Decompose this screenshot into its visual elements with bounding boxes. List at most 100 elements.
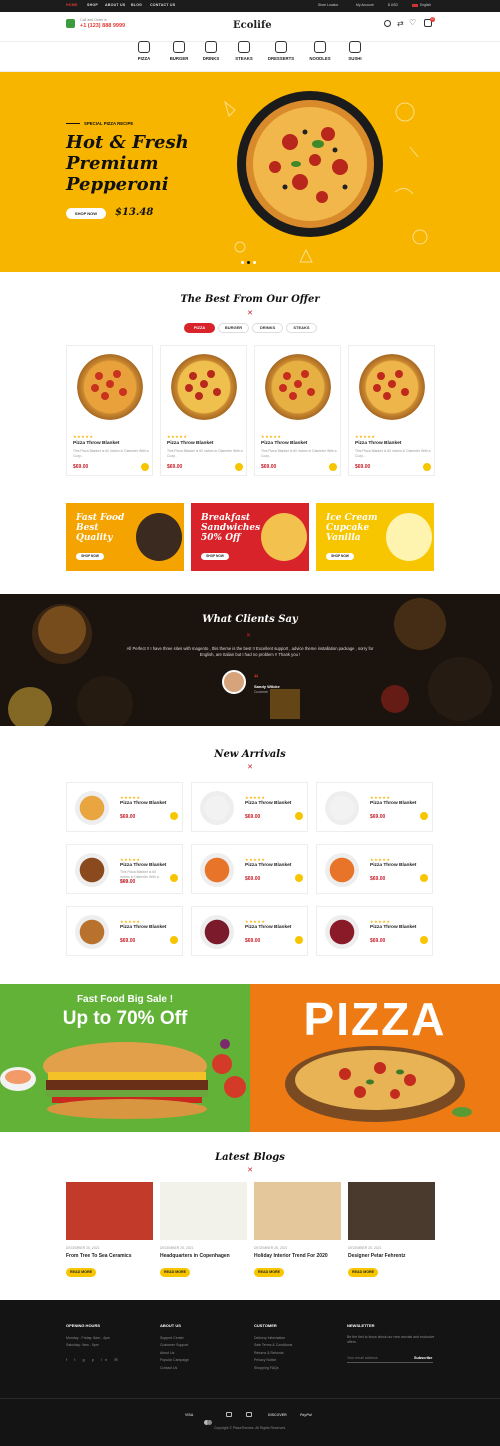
read-more-button[interactable]: READ MORE <box>66 1268 96 1277</box>
subscribe-button[interactable]: Subscribe <box>414 1356 432 1360</box>
category-noodles[interactable]: NOODLES <box>305 41 335 61</box>
product-name[interactable]: Pizza Throw Blanket <box>245 801 291 806</box>
promo-banner[interactable]: Breakfast Sandwiches 50% Off SHOP NOW <box>191 503 309 571</box>
search-icon[interactable] <box>384 20 391 27</box>
add-to-cart-icon[interactable] <box>420 936 428 944</box>
add-to-cart-icon[interactable] <box>170 874 178 882</box>
add-to-cart-icon[interactable] <box>420 812 428 820</box>
product-image[interactable] <box>75 853 109 887</box>
read-more-button[interactable]: READ MORE <box>254 1268 284 1277</box>
product-image[interactable] <box>200 791 234 825</box>
footer-link[interactable]: Privacy Notice <box>254 1357 276 1364</box>
arrival-card[interactable]: ★★★★★ Pizza Throw Blanket This Pizza Blank… <box>66 844 183 894</box>
product-image[interactable] <box>325 915 359 949</box>
slider-dot[interactable] <box>241 261 244 264</box>
footer-link[interactable]: Contact Us <box>160 1365 177 1372</box>
store-locator-link[interactable]: Store Locator <box>318 3 338 7</box>
product-image[interactable] <box>200 915 234 949</box>
tab-pizza[interactable]: PIZZA <box>184 323 215 333</box>
add-to-cart-icon[interactable] <box>170 936 178 944</box>
tab-drinks[interactable]: DRINKS <box>252 323 283 333</box>
product-image[interactable] <box>325 853 359 887</box>
arrival-card[interactable]: ★★★★★ Pizza Throw Blanket $69.00 <box>191 844 308 894</box>
product-name[interactable]: Pizza Throw Blanket <box>245 863 291 868</box>
promo-banner[interactable]: Fast Food Best Quality SHOP NOW <box>66 503 184 571</box>
footer-link[interactable]: About Us <box>160 1350 174 1357</box>
hero-slider[interactable]: SPECIAL PIZZA RECIPE Hot & Fresh Premium… <box>0 72 500 272</box>
add-to-cart-icon[interactable] <box>420 874 428 882</box>
nav-blog[interactable]: BLOG <box>131 3 142 7</box>
add-to-cart-icon[interactable] <box>141 463 149 471</box>
category-sushi[interactable]: SUSHI <box>340 41 370 61</box>
product-card[interactable]: ★★★★★ Pizza Throw Blanket This Pizza Blank… <box>66 345 153 476</box>
product-name[interactable]: Pizza Throw Blanket <box>73 441 119 446</box>
nav-contact[interactable]: CONTACT US <box>150 3 175 7</box>
blog-card[interactable]: DECEMBER 25, 2021 From Tree To Sea Cerami… <box>66 1182 153 1277</box>
read-more-button[interactable]: READ MORE <box>348 1268 378 1277</box>
add-to-cart-icon[interactable] <box>295 812 303 820</box>
slider-dot[interactable] <box>253 261 256 264</box>
product-image[interactable] <box>75 915 109 949</box>
add-to-cart-icon[interactable] <box>235 463 243 471</box>
blog-title[interactable]: From Tree To Sea Ceramics <box>66 1253 153 1259</box>
product-name[interactable]: Pizza Throw Blanket <box>370 801 416 806</box>
product-card[interactable]: ★★★★★ Pizza Throw Blanket This Pizza Blank… <box>348 345 435 476</box>
blog-image[interactable] <box>160 1182 247 1240</box>
blog-image[interactable] <box>66 1182 153 1240</box>
arrival-card[interactable]: ★★★★★ Pizza Throw Blanket $69.00 <box>316 906 433 956</box>
arrival-card[interactable]: ★★★★★ Pizza Throw Blanket $69.00 <box>316 844 433 894</box>
add-to-cart-icon[interactable] <box>295 874 303 882</box>
product-card[interactable]: ★★★★★ Pizza Throw Blanket This Pizza Blank… <box>160 345 247 476</box>
add-to-cart-icon[interactable] <box>295 936 303 944</box>
product-image[interactable] <box>75 791 109 825</box>
category-drinks[interactable]: DRINKS <box>196 41 226 61</box>
category-dresserts[interactable]: DRESSERTS <box>266 41 296 61</box>
blog-image[interactable] <box>348 1182 435 1240</box>
tab-steaks[interactable]: STEAKS <box>286 323 317 333</box>
add-to-cart-icon[interactable] <box>170 812 178 820</box>
my-account-link[interactable]: My Account <box>356 3 374 7</box>
product-image[interactable] <box>200 853 234 887</box>
nav-shop[interactable]: SHOP <box>87 3 98 7</box>
blog-card[interactable]: DECEMBER 25, 2021 Headquarters in Copenha… <box>160 1182 247 1277</box>
footer-link[interactable]: Sale Terms & Conditions <box>254 1342 292 1349</box>
footer-link[interactable]: Returns & Refunds <box>254 1350 284 1357</box>
category-pizza[interactable]: PIZZA <box>129 41 159 61</box>
footer-link[interactable]: Support Center <box>160 1335 184 1342</box>
arrival-card[interactable]: ★★★★★ Pizza Throw Blanket $69.00 <box>191 906 308 956</box>
add-to-cart-icon[interactable] <box>329 463 337 471</box>
blog-image[interactable] <box>254 1182 341 1240</box>
footer-link[interactable]: Delivery Information <box>254 1335 285 1342</box>
blog-title[interactable]: Headquarters in Copenhagen <box>160 1253 247 1259</box>
product-name[interactable]: Pizza Throw Blanket <box>120 925 166 930</box>
shop-now-button[interactable]: SHOP NOW <box>76 553 104 560</box>
heart-icon[interactable]: ♡ <box>409 18 416 27</box>
sale-banner-pizza[interactable]: PIZZA <box>250 984 500 1132</box>
product-name[interactable]: Pizza Throw Blanket <box>261 441 307 446</box>
blog-card[interactable]: DECEMBER 25, 2021 Designer Petar Fehrentz… <box>348 1182 435 1277</box>
promo-banner[interactable]: Ice Cream Cupcake Vanilla SHOP NOW <box>316 503 434 571</box>
product-name[interactable]: Pizza Throw Blanket <box>355 441 401 446</box>
product-name[interactable]: Pizza Throw Blanket <box>167 441 213 446</box>
phone-number[interactable]: +1 (123) 888 9999 <box>80 23 125 29</box>
blog-title[interactable]: Designer Petar Fehrentz <box>348 1253 435 1259</box>
nav-home[interactable]: HOME <box>66 3 78 7</box>
language-select[interactable]: English <box>420 3 431 7</box>
nav-about[interactable]: ABOUT US <box>105 3 125 7</box>
product-name[interactable]: Pizza Throw Blanket <box>120 801 166 806</box>
shop-now-button[interactable]: SHOP NOW <box>326 553 354 560</box>
blog-card[interactable]: DECEMBER 25, 2021 Holiday Interior Trend … <box>254 1182 341 1277</box>
blog-title[interactable]: Holiday Interior Trend For 2020 <box>254 1253 341 1259</box>
product-image[interactable] <box>325 791 359 825</box>
shop-now-button[interactable]: SHOP NOW <box>201 553 229 560</box>
currency-select[interactable]: $ USD <box>388 3 398 7</box>
footer-link[interactable]: Customer Support <box>160 1342 188 1349</box>
product-name[interactable]: Pizza Throw Blanket <box>120 863 166 868</box>
arrival-card[interactable]: ★★★★★ Pizza Throw Blanket $69.00 <box>316 782 433 832</box>
slider-dot-active[interactable] <box>247 261 250 264</box>
hero-shop-now-button[interactable]: SHOP NOW <box>66 208 106 219</box>
product-card[interactable]: ★★★★★ Pizza Throw Blanket This Pizza Blank… <box>254 345 341 476</box>
category-burger[interactable]: BURGER <box>164 41 194 61</box>
category-steaks[interactable]: STEAKS <box>229 41 259 61</box>
arrival-card[interactable]: ★★★★★ Pizza Throw Blanket $69.00 <box>66 906 183 956</box>
